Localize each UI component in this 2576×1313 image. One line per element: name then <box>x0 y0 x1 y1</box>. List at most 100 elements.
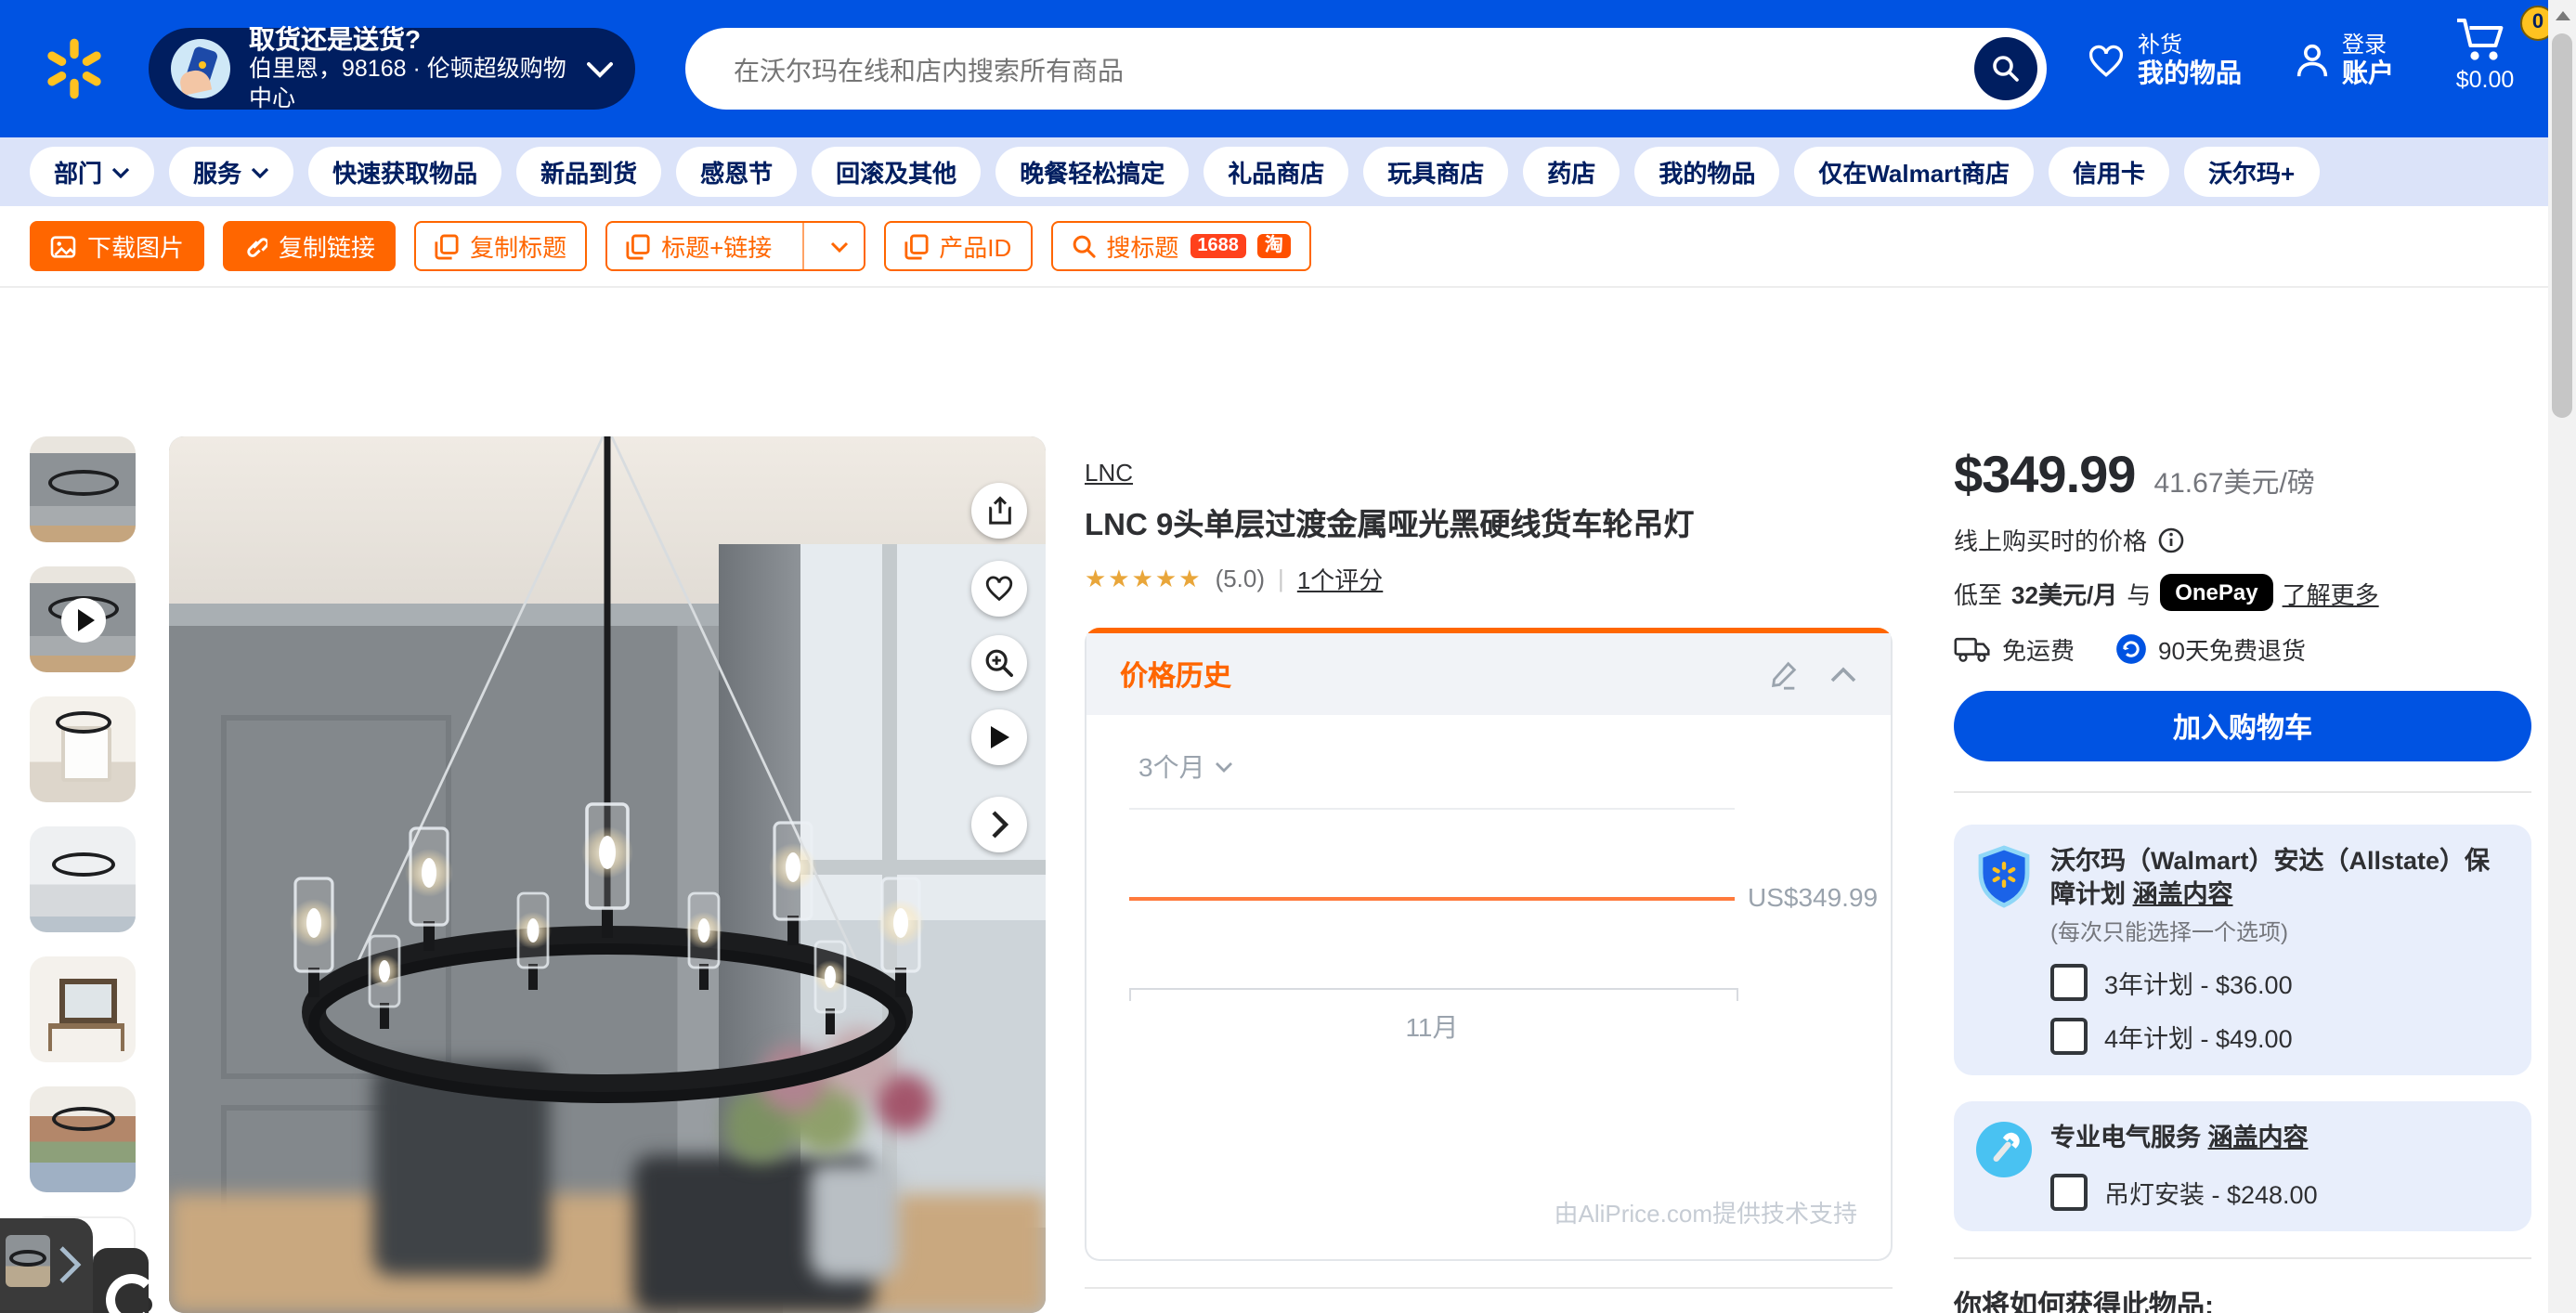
gallery-thumbnail-6[interactable] <box>30 1086 136 1192</box>
chevron-down-icon <box>829 240 848 252</box>
nav-pharmacy[interactable]: 药店 <box>1523 147 1620 197</box>
gallery-thumbnail-4[interactable] <box>30 826 136 932</box>
copy-icon <box>626 233 650 259</box>
nav-walmart-plus[interactable]: 沃尔玛+ <box>2184 147 2319 197</box>
heart-icon <box>2088 44 2125 77</box>
reorder-label: 补货 <box>2138 32 2242 58</box>
chevron-down-icon <box>587 60 613 77</box>
price-history-panel: 价格历史 3个月 US$349.99 <box>1085 628 1893 1261</box>
protection-option-row: 4年计划 - $49.00 <box>2050 1019 2509 1056</box>
nav-my-items[interactable]: 我的物品 <box>1634 147 1779 197</box>
heart-icon <box>984 576 1014 602</box>
play-video-button[interactable] <box>971 709 1027 765</box>
protection-plan-title: 沃尔玛（Walmart）安达（Allstate）保障计划 <box>2050 847 2490 908</box>
nav-credit-card[interactable]: 信用卡 <box>2049 147 2169 197</box>
star-rating-icons: ★★★★★ <box>1085 564 1203 593</box>
scrollbar-thumb[interactable] <box>2552 33 2572 418</box>
favorite-button[interactable] <box>971 561 1027 617</box>
fulfillment-heading: 你将如何获得此物品: <box>1954 1284 2531 1313</box>
installment-conj: 与 <box>2127 575 2151 610</box>
nav-gift-shop[interactable]: 礼品商店 <box>1203 147 1348 197</box>
chevron-down-icon <box>251 166 269 177</box>
cart-button[interactable]: 0 $0.00 <box>2426 15 2544 93</box>
protection-coverage-link[interactable]: 涵盖内容 <box>2133 880 2233 908</box>
copy-title-link-splitbutton: 标题+链接 <box>605 221 865 271</box>
scroll-up-arrow[interactable] <box>2555 11 2569 20</box>
review-count-link[interactable]: 1个评分 <box>1297 561 1383 596</box>
cart-amount: $0.00 <box>2426 67 2544 93</box>
chart-price-label: US$349.99 <box>1748 882 1878 912</box>
truck-icon <box>1954 636 1991 662</box>
reorder-my-items[interactable]: 补货 我的物品 <box>2088 32 2242 89</box>
nav-services[interactable]: 服务 <box>169 147 293 197</box>
extension-preview-popup[interactable] <box>0 1218 93 1313</box>
badge-1688[interactable]: 1688 <box>1190 234 1246 258</box>
edit-pencil-icon[interactable] <box>1768 658 1800 690</box>
gallery-thumbnail-5[interactable] <box>30 956 136 1062</box>
online-price-note: 线上购买时的价格 <box>1954 522 2147 557</box>
free-returns-label: 90天免费退货 <box>2158 631 2306 667</box>
share-button[interactable] <box>971 483 1027 539</box>
protection-3yr-checkbox[interactable] <box>2050 965 2088 1002</box>
search-title-button[interactable]: 搜标题 1688 淘 <box>1050 221 1311 271</box>
product-main-image[interactable] <box>169 436 1046 1313</box>
zoom-in-button[interactable] <box>971 635 1027 691</box>
copy-title-button[interactable]: 复制标题 <box>414 221 587 271</box>
top-header: 取货还是送货? 伯里恩，98168 · 伦顿超级购物中心 补货 我 <box>0 0 2576 137</box>
copy-title-link-button[interactable]: 标题+链接 <box>607 223 790 269</box>
gallery-thumbnail-3[interactable] <box>30 696 136 802</box>
service-coverage-link[interactable]: 涵盖内容 <box>2208 1124 2309 1152</box>
nav-toy-shop[interactable]: 玩具商店 <box>1363 147 1508 197</box>
search-bar <box>685 28 2047 110</box>
pickup-delivery-selector[interactable]: 取货还是送货? 伯里恩，98168 · 伦顿超级购物中心 <box>149 28 635 110</box>
search-button[interactable] <box>1974 37 2037 100</box>
account-label: 账户 <box>2342 58 2394 90</box>
installation-checkbox[interactable] <box>2050 1173 2088 1210</box>
gallery-thumbnail-1[interactable] <box>30 436 136 542</box>
divider <box>1085 1287 1893 1289</box>
nav-dinner-solutions[interactable]: 晚餐轻松搞定 <box>995 147 1189 197</box>
buy-box: $349.99 41.67美元/磅 线上购买时的价格 低至32美元/月与 One… <box>1954 446 2531 1313</box>
collapse-chevron-up-icon[interactable] <box>1829 666 1857 682</box>
expand-chevron-icon[interactable] <box>58 1244 82 1285</box>
search-input[interactable] <box>730 28 1889 113</box>
free-returns-icon <box>2115 633 2147 665</box>
nav-get-it-fast[interactable]: 快速获取物品 <box>308 147 501 197</box>
sign-in-account[interactable]: 登录 账户 <box>2296 32 2394 89</box>
title-link-dropdown-caret[interactable] <box>814 223 863 269</box>
product-info-column: LNC LNC 9头单层过渡金属哑光黑硬线货车轮吊灯 ★★★★★ (5.0) |… <box>1085 457 1893 1289</box>
learn-more-link[interactable]: 了解更多 <box>2283 575 2379 610</box>
nav-departments[interactable]: 部门 <box>30 147 154 197</box>
installation-label: 吊灯安装 - $248.00 <box>2104 1173 2318 1210</box>
rating-value: (5.0) <box>1216 565 1265 592</box>
zoom-in-icon <box>984 648 1014 678</box>
info-icon[interactable] <box>2158 526 2184 552</box>
chevron-right-icon <box>990 810 1008 839</box>
copy-icon <box>435 233 459 259</box>
protection-3yr-label: 3年计划 - $36.00 <box>2104 965 2293 1002</box>
chart-gridline <box>1129 808 1735 810</box>
gallery-thumbnail-video[interactable] <box>30 566 136 672</box>
walmart-spark-logo[interactable] <box>41 35 108 102</box>
badge-taobao[interactable]: 淘 <box>1257 234 1291 258</box>
search-icon <box>1071 234 1095 258</box>
protection-plan-note: (每次只能选择一个选项) <box>2050 916 2509 948</box>
next-image-button[interactable] <box>971 797 1027 852</box>
sign-in-label: 登录 <box>2342 32 2394 58</box>
chart-x-tick: 11月 <box>1129 1008 1735 1046</box>
protection-4yr-checkbox[interactable] <box>2050 1019 2088 1056</box>
range-selector[interactable]: 3个月 <box>1138 748 1233 786</box>
product-id-button[interactable]: 产品ID <box>883 221 1032 271</box>
download-image-button[interactable]: 下载图片 <box>30 221 204 271</box>
copy-link-button[interactable]: 复制链接 <box>223 221 396 271</box>
divider <box>1954 791 2531 793</box>
divider <box>1954 1256 2531 1258</box>
brand-link[interactable]: LNC <box>1085 459 1133 487</box>
nav-rollbacks[interactable]: 回滚及其他 <box>812 147 981 197</box>
nav-only-at-walmart[interactable]: 仅在Walmart商店 <box>1794 147 2034 197</box>
add-to-cart-button[interactable]: 加入购物车 <box>1954 691 2531 761</box>
shield-icon <box>1976 845 2032 908</box>
nav-thanksgiving[interactable]: 感恩节 <box>676 147 797 197</box>
nav-new-arrivals[interactable]: 新品到货 <box>516 147 661 197</box>
share-icon <box>985 496 1013 526</box>
